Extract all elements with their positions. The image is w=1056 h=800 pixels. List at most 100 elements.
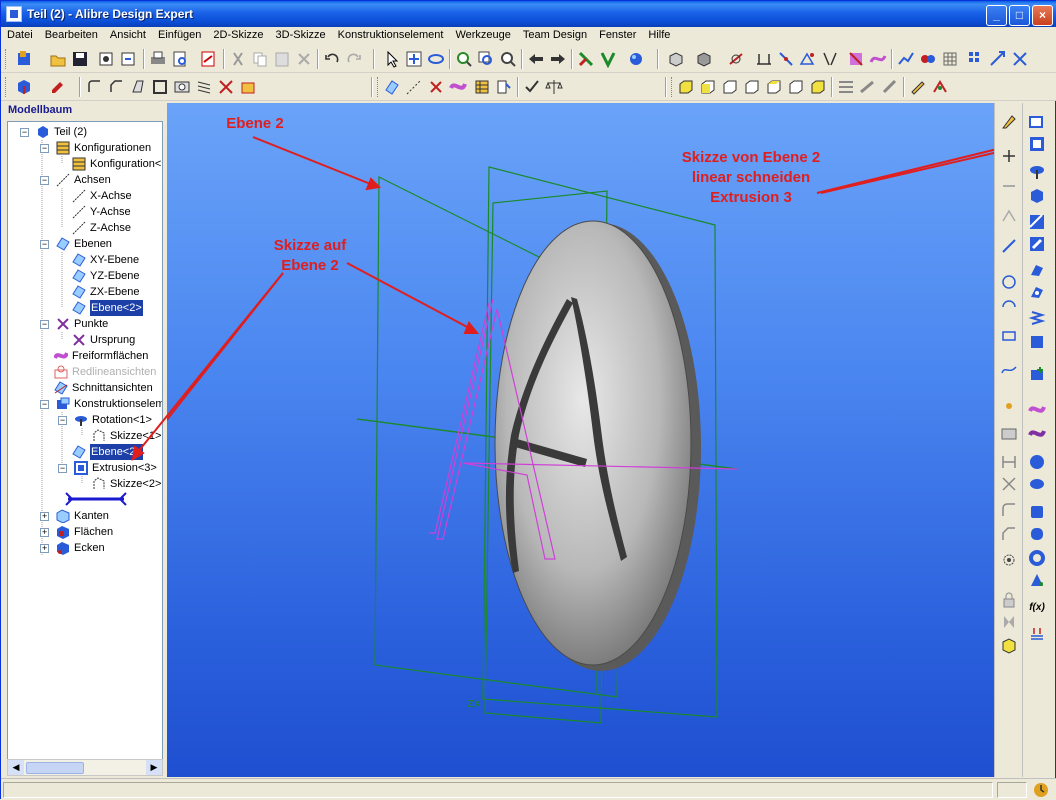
text-tool-icon[interactable] <box>1000 425 1018 443</box>
activate-sketch-icon[interactable] <box>1000 113 1018 131</box>
cone-icon[interactable] <box>1028 571 1046 589</box>
display-mode-icon[interactable] <box>667 50 685 68</box>
boss-icon[interactable] <box>1028 113 1046 131</box>
print-preview-icon[interactable] <box>171 50 189 68</box>
scale-icon[interactable] <box>989 50 1007 68</box>
print-icon[interactable] <box>149 50 167 68</box>
close-button[interactable]: × <box>1032 5 1053 26</box>
hide-icon[interactable] <box>727 50 745 68</box>
sweep-icon[interactable] <box>1028 213 1046 231</box>
point-tool-icon[interactable] <box>1000 397 1018 415</box>
select-arrow-icon[interactable] <box>383 50 401 68</box>
table-icon[interactable] <box>473 78 491 96</box>
shell-icon[interactable] <box>151 78 169 96</box>
line-tool-icon[interactable] <box>1000 237 1018 255</box>
menu-konstruktionselement[interactable]: Konstruktionselement <box>332 27 450 45</box>
ellipsoid-icon[interactable] <box>1028 475 1046 493</box>
cross-section-icon[interactable] <box>847 50 865 68</box>
collapse-icon[interactable]: − <box>58 416 67 425</box>
arc-tool-icon[interactable] <box>1000 295 1018 313</box>
properties-icon[interactable] <box>97 50 115 68</box>
new-icon[interactable] <box>15 50 33 68</box>
tree-horizontal-scrollbar[interactable]: ◀ ▶ <box>7 759 163 776</box>
constraint-tool-icon[interactable] <box>1000 207 1018 225</box>
toolbar-grip[interactable] <box>5 77 8 97</box>
collapse-icon[interactable]: − <box>40 400 49 409</box>
part-mode-icon[interactable] <box>15 78 33 96</box>
circle-tool-icon[interactable] <box>1000 273 1018 291</box>
scroll-thumb[interactable] <box>26 762 84 774</box>
rollforward-icon[interactable] <box>599 50 617 68</box>
grid-icon[interactable] <box>941 50 959 68</box>
thicken-icon[interactable] <box>1028 333 1046 351</box>
scroll-right-icon[interactable]: ▶ <box>146 760 162 775</box>
add-feature-icon[interactable] <box>1028 365 1046 383</box>
cylinder-icon[interactable] <box>1028 525 1046 543</box>
measure-icon[interactable] <box>755 50 773 68</box>
analysis-icon[interactable] <box>897 50 915 68</box>
previous-view-icon[interactable] <box>527 50 545 68</box>
spline-tool-icon[interactable] <box>1000 361 1018 379</box>
zoom-in-icon[interactable] <box>455 50 473 68</box>
redo-icon[interactable] <box>345 50 363 68</box>
check-icon[interactable] <box>523 78 541 96</box>
rotate-view-icon[interactable] <box>427 50 445 68</box>
copy-icon[interactable] <box>251 50 269 68</box>
paste-icon[interactable] <box>273 50 291 68</box>
draft-icon[interactable] <box>129 78 147 96</box>
edit-sketch-icon[interactable] <box>909 78 927 96</box>
reference-axis-icon[interactable] <box>405 78 423 96</box>
extend-tool-icon[interactable] <box>1000 475 1018 493</box>
balance-icon[interactable] <box>545 78 563 96</box>
view-top-icon[interactable] <box>765 78 783 96</box>
status-indicator-icon[interactable] <box>1033 782 1049 798</box>
section-view-icon[interactable] <box>837 78 855 96</box>
mirror-icon[interactable] <box>821 50 839 68</box>
fillet-sketch-icon[interactable] <box>1000 501 1018 519</box>
equations-icon[interactable] <box>1028 625 1046 643</box>
rollback-bar-icon[interactable] <box>64 492 128 506</box>
delete-icon[interactable] <box>295 50 313 68</box>
pan-icon[interactable] <box>405 50 423 68</box>
menu-fenster[interactable]: Fenster <box>593 27 642 45</box>
minimize-button[interactable]: _ <box>986 5 1007 26</box>
cross-icon[interactable] <box>1000 147 1018 165</box>
revolve-boss-icon[interactable] <box>1028 163 1046 181</box>
sketch-analysis-icon[interactable] <box>931 78 949 96</box>
model-tree[interactable]: − Teil (2) − Konfigurationen Konfigurati… <box>7 121 163 776</box>
trim-tool-icon[interactable] <box>1000 453 1018 471</box>
chamfer-sketch-icon[interactable] <box>1000 525 1018 543</box>
sphere-icon[interactable] <box>1028 453 1046 471</box>
next-view-icon[interactable] <box>549 50 567 68</box>
collapse-icon[interactable]: − <box>20 128 29 137</box>
project-icon[interactable] <box>1000 637 1018 655</box>
collapse-icon[interactable]: − <box>40 144 49 153</box>
freeform-surface-icon[interactable] <box>449 78 467 96</box>
revolve-cut-icon[interactable] <box>1028 187 1046 205</box>
loft-cut-icon[interactable] <box>1028 283 1046 301</box>
app-icon[interactable] <box>6 6 22 22</box>
expand-icon[interactable]: + <box>40 512 49 521</box>
reference-tool-icon[interactable] <box>1000 551 1018 569</box>
extrude-cut-icon[interactable] <box>1028 135 1046 153</box>
scroll-left-icon[interactable]: ◀ <box>8 760 24 775</box>
save-icon[interactable] <box>71 50 89 68</box>
view-front-icon[interactable] <box>677 78 695 96</box>
constraint-icon[interactable] <box>799 50 817 68</box>
fillet-icon[interactable] <box>85 78 103 96</box>
align-view-icon[interactable] <box>859 78 877 96</box>
menu-team-design[interactable]: Team Design <box>517 27 593 45</box>
expand-icon[interactable]: + <box>40 544 49 553</box>
parameters-icon[interactable] <box>495 78 513 96</box>
remove-face-icon[interactable] <box>217 78 235 96</box>
rollback-icon[interactable] <box>577 50 595 68</box>
torus-icon[interactable] <box>1028 549 1046 567</box>
dimension-tool-icon[interactable] <box>1000 177 1018 195</box>
view-bottom-icon[interactable] <box>787 78 805 96</box>
3d-viewport[interactable]: ZX Ebene 2 Skizze auf Ebene 2 Skizze von… <box>167 103 994 777</box>
collapse-icon[interactable]: − <box>40 320 49 329</box>
pdf-icon[interactable] <box>199 50 217 68</box>
import-icon[interactable] <box>119 50 137 68</box>
menu-3d-skizze[interactable]: 3D-Skizze <box>270 27 332 45</box>
menu-hilfe[interactable]: Hilfe <box>642 27 676 45</box>
